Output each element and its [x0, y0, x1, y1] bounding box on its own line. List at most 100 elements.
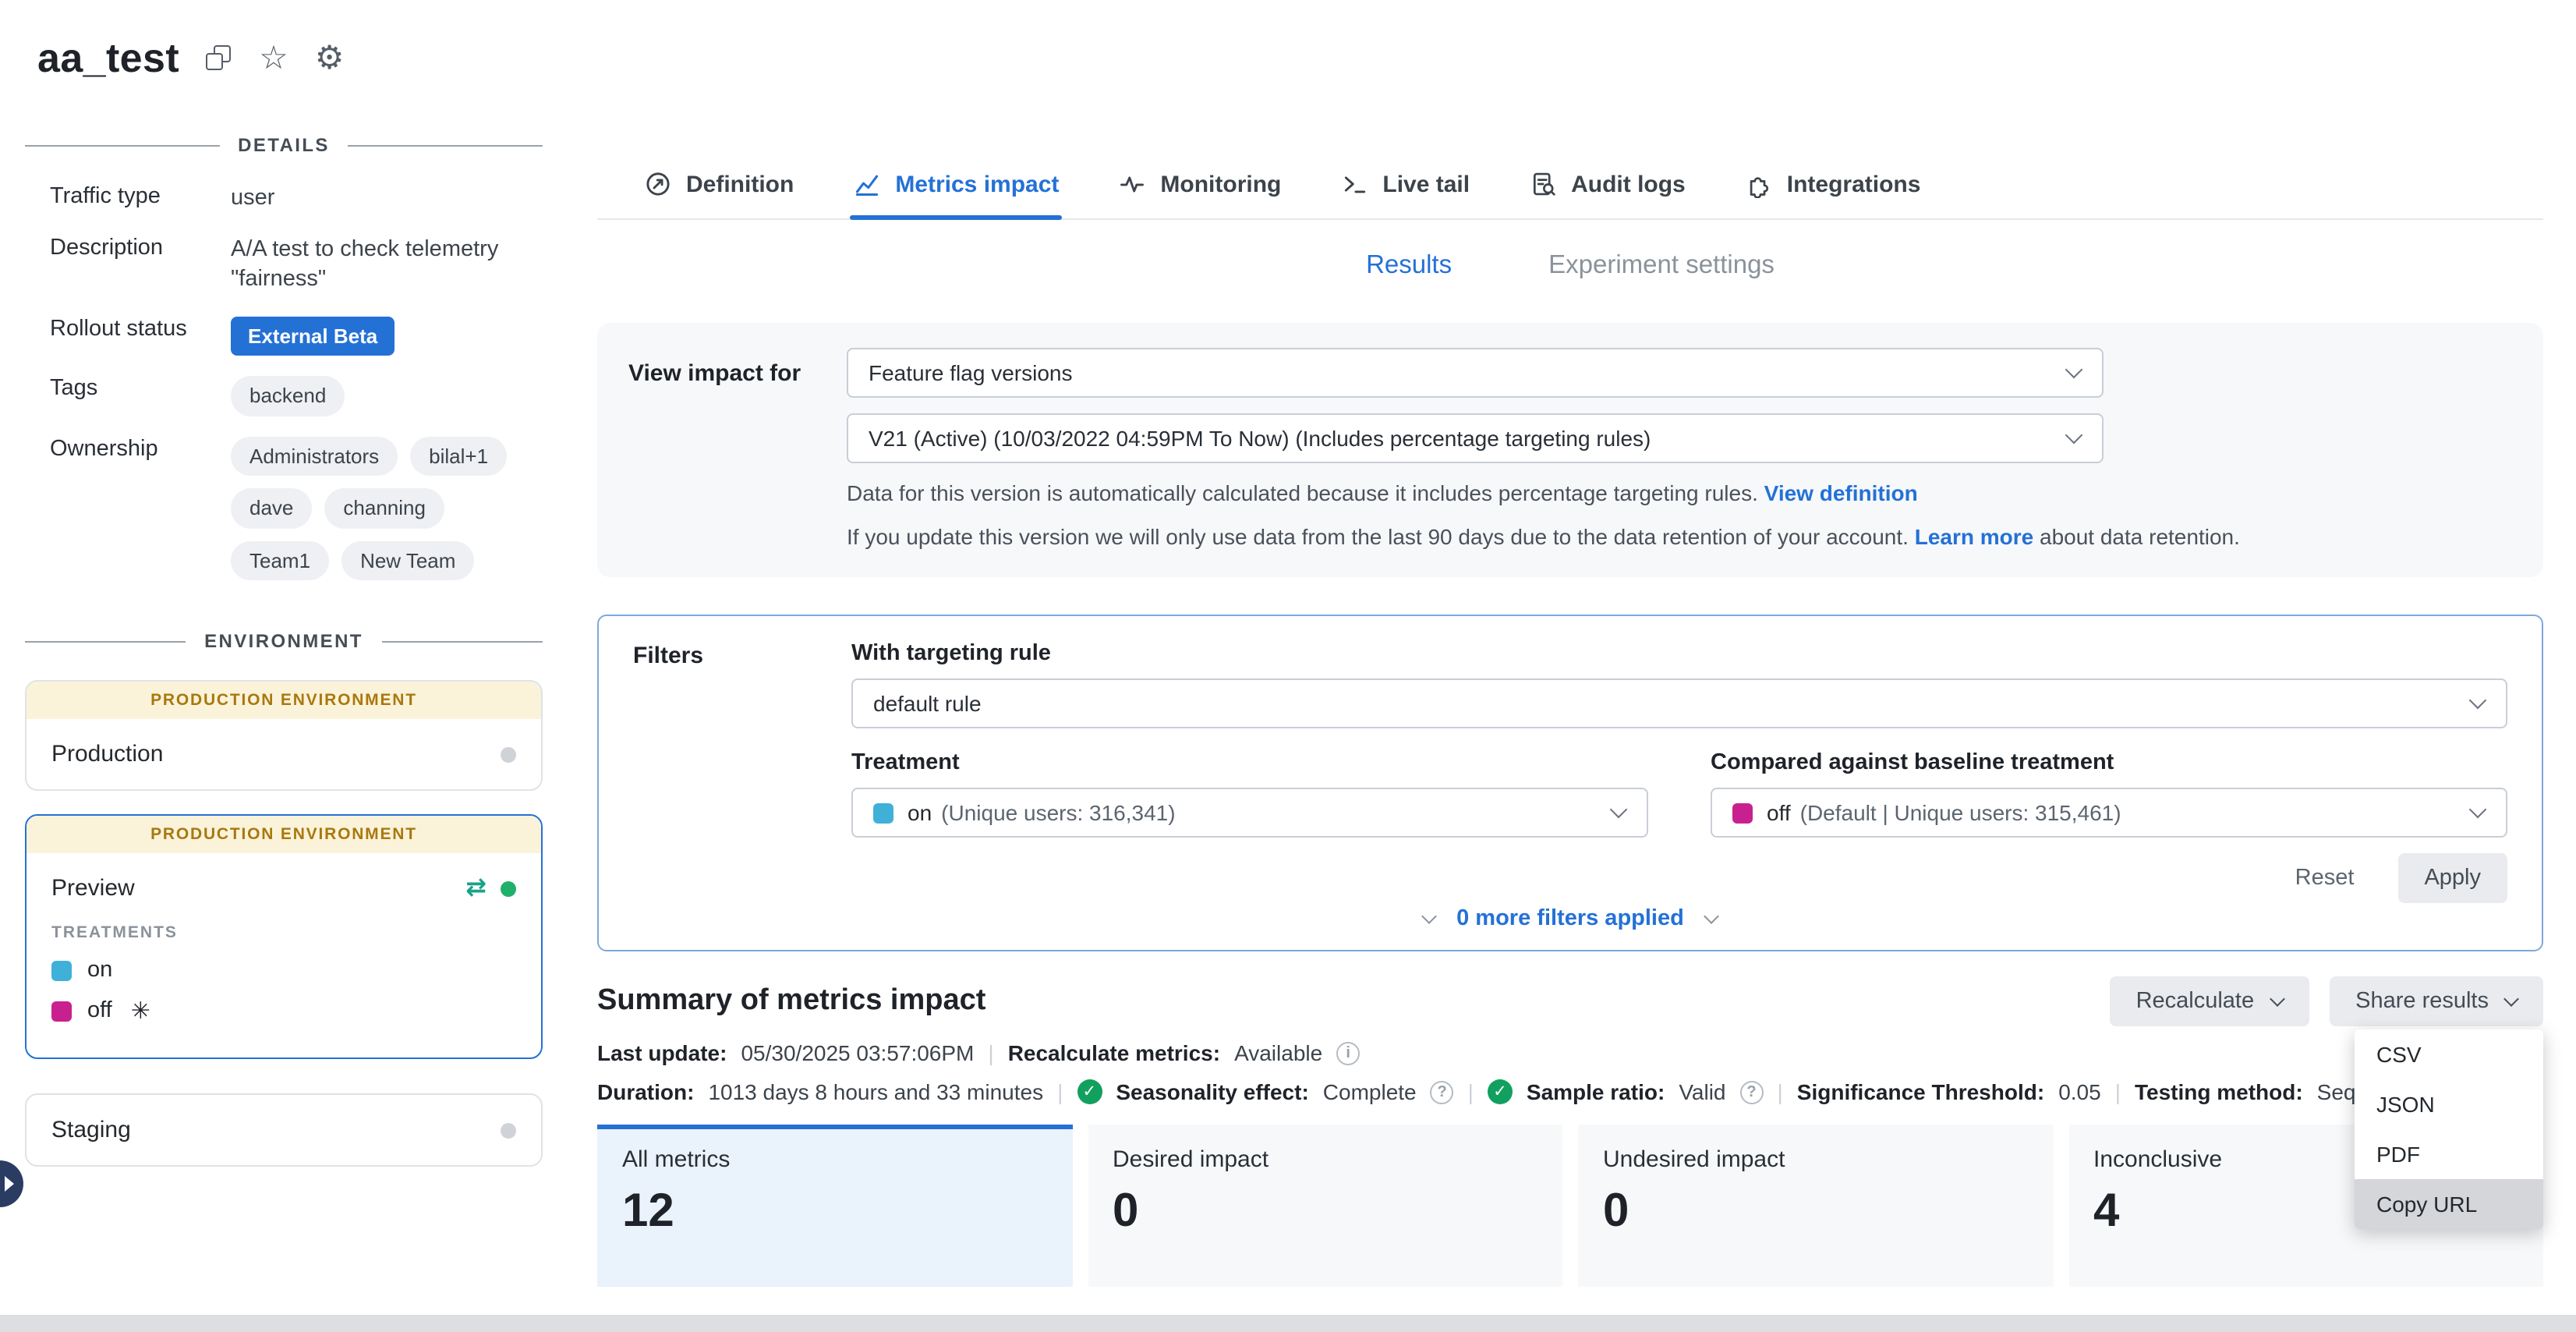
share-menu-item-json[interactable]: JSON: [2355, 1079, 2543, 1129]
environment-card-production[interactable]: PRODUCTION ENVIRONMENT Production: [25, 681, 543, 792]
share-menu-item-csv[interactable]: CSV: [2355, 1029, 2543, 1079]
tab-label: Definition: [686, 171, 794, 197]
seasonality-value: Complete: [1323, 1079, 1417, 1104]
metric-card-all-metrics[interactable]: All metrics 12: [597, 1125, 1072, 1287]
environment-row[interactable]: Staging: [27, 1096, 541, 1166]
treatment-color-swatch: [51, 961, 72, 981]
gear-icon[interactable]: ⚙: [315, 42, 345, 75]
apply-button[interactable]: Apply: [2397, 853, 2507, 903]
owner-pill[interactable]: bilal+1: [410, 437, 507, 476]
version-type-value: Feature flag versions: [869, 360, 1072, 385]
version-select[interactable]: V21 (Active) (10/03/2022 04:59PM To Now)…: [847, 413, 2104, 463]
targeting-rule-select[interactable]: default rule: [851, 678, 2507, 728]
tab-label: Audit logs: [1571, 171, 1686, 197]
environment-header-label: ENVIRONMENT: [204, 631, 363, 653]
share-results-menu: CSV JSON PDF Copy URL: [2355, 1029, 2543, 1229]
treatments-block: TREATMENTS on off ✳: [27, 924, 541, 1058]
view-definition-link[interactable]: View definition: [1764, 480, 1918, 505]
divider: |: [1468, 1079, 1474, 1104]
sample-ratio-label: Sample ratio:: [1527, 1079, 1665, 1104]
testing-method-label: Testing method:: [2135, 1079, 2303, 1104]
owner-pill[interactable]: Administrators: [231, 437, 398, 476]
tab-live-tail[interactable]: Live tail: [1340, 150, 1470, 218]
owner-pill[interactable]: channing: [324, 489, 444, 529]
treatment-color-swatch: [873, 802, 893, 823]
tab-audit-logs[interactable]: Audit logs: [1529, 150, 1686, 218]
treatment-select[interactable]: on (Unique users: 316,341): [851, 788, 1648, 838]
killed-asterisk-icon: ✳: [131, 997, 150, 1026]
puzzle-icon: [1745, 170, 1773, 198]
treatment-color-swatch: [51, 1001, 72, 1022]
treatment-color-swatch: [1732, 802, 1753, 823]
tab-monitoring[interactable]: Monitoring: [1118, 150, 1281, 218]
treatment-row: on: [51, 958, 516, 983]
last-update-value: 05/30/2025 03:57:06PM: [741, 1040, 974, 1065]
document-search-icon: [1529, 170, 1557, 198]
summary-header: Summary of metrics impact Recalculate Sh…: [597, 976, 2543, 1026]
last-update-label: Last update:: [597, 1040, 727, 1065]
sidebar-collapse-handle[interactable]: [0, 1160, 23, 1207]
chevron-down-icon: [2269, 991, 2284, 1007]
note-suffix: about data retention.: [2040, 523, 2240, 548]
share-results-button[interactable]: Share results: [2329, 976, 2543, 1026]
environment-row[interactable]: Preview ⇄: [27, 854, 541, 924]
more-filters-label: 0 more filters applied: [1456, 906, 1684, 931]
metric-card-desired-impact[interactable]: Desired impact 0: [1088, 1125, 1562, 1287]
owner-pill[interactable]: New Team: [341, 541, 474, 581]
line-chart-icon: [853, 170, 881, 198]
version-note-1: Data for this version is automatically c…: [847, 479, 2506, 509]
reset-button[interactable]: Reset: [2295, 866, 2355, 891]
check-circle-icon: ✓: [1488, 1079, 1513, 1104]
question-icon[interactable]: ?: [1740, 1080, 1764, 1104]
baseline-value-name: off: [1767, 800, 1791, 825]
tab-metrics-impact[interactable]: Metrics impact: [853, 150, 1059, 218]
environment-row[interactable]: Production: [27, 720, 541, 790]
rollout-status-value: External Beta: [231, 316, 533, 356]
star-icon[interactable]: ☆: [259, 42, 288, 75]
metric-card-undesired-impact[interactable]: Undesired impact 0: [1578, 1125, 2053, 1287]
summary-title: Summary of metrics impact: [597, 976, 985, 1018]
metric-summary-cards: All metrics 12 Desired impact 0 Undesire…: [597, 1125, 2543, 1287]
tab-definition[interactable]: Definition: [644, 150, 794, 218]
horizontal-scrollbar[interactable]: [0, 1315, 2576, 1332]
subtab-results[interactable]: Results: [1366, 251, 1452, 289]
share-menu-item-copy-url[interactable]: Copy URL: [2355, 1179, 2543, 1229]
baseline-select[interactable]: off (Default | Unique users: 315,461): [1711, 788, 2507, 838]
chevron-down-icon: [2469, 801, 2487, 819]
treatment-row: off ✳: [51, 997, 516, 1026]
info-icon[interactable]: i: [1336, 1041, 1360, 1065]
recalculate-metrics-label: Recalculate metrics:: [1008, 1040, 1220, 1065]
owner-pill[interactable]: dave: [231, 489, 312, 529]
sample-ratio-value: Valid: [1679, 1079, 1725, 1104]
targeting-rule-value: default rule: [873, 691, 982, 716]
owner-pill[interactable]: Team1: [231, 541, 329, 581]
treatment-value-detail: (Unique users: 316,341): [941, 800, 1175, 825]
more-filters-toggle[interactable]: 0 more filters applied: [633, 906, 2507, 931]
recalculate-button[interactable]: Recalculate: [2110, 976, 2309, 1026]
tag-pill[interactable]: backend: [231, 376, 345, 416]
details-section-header: DETAILS: [25, 134, 543, 156]
note-text: Data for this version is automatically c…: [847, 480, 1758, 505]
share-menu-item-pdf[interactable]: PDF: [2355, 1129, 2543, 1179]
environment-card-staging[interactable]: Staging: [25, 1094, 543, 1167]
environment-card-preview[interactable]: PRODUCTION ENVIRONMENT Preview ⇄ TREATME…: [25, 815, 543, 1060]
sync-arrows-icon: ⇄: [465, 877, 487, 902]
learn-more-link[interactable]: Learn more: [1915, 523, 2034, 548]
metric-card-value: 12: [622, 1185, 1047, 1238]
page-title: aa_test: [37, 34, 179, 83]
rollout-status-field: Rollout status External Beta: [25, 316, 543, 356]
subtab-experiment-settings[interactable]: Experiment settings: [1548, 251, 1775, 289]
treatment-label: Treatment: [851, 750, 1648, 775]
tab-integrations[interactable]: Integrations: [1745, 150, 1921, 218]
chevron-right-icon: [5, 1176, 14, 1192]
page-header: aa_test ☆ ⚙: [37, 34, 344, 83]
view-impact-body: Feature flag versions V21 (Active) (10/0…: [847, 348, 2506, 552]
copy-icon[interactable]: [206, 45, 232, 72]
version-type-select[interactable]: Feature flag versions: [847, 348, 2104, 398]
environment-name: Production: [51, 742, 501, 768]
baseline-label: Compared against baseline treatment: [1711, 750, 2507, 775]
baseline-value-detail: (Default | Unique users: 315,461): [1800, 800, 2121, 825]
rollout-status-badge[interactable]: External Beta: [231, 316, 395, 356]
question-icon[interactable]: ?: [1431, 1080, 1454, 1104]
summary-actions: Recalculate Share results CSV JSON PDF C…: [2110, 976, 2543, 1026]
